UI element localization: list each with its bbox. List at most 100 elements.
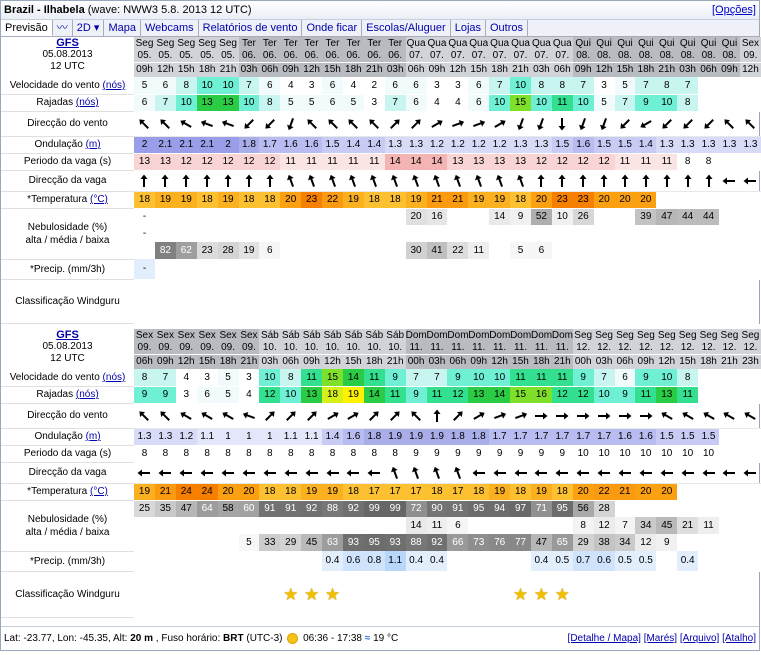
gusts-cell: 5	[217, 386, 239, 404]
wave-period-cell: 11	[322, 153, 343, 171]
tab-wind-reports[interactable]: Relatórios de vento	[199, 20, 303, 36]
detail-map-link[interactable]: [Detalhe / Mapa]	[568, 633, 641, 644]
cloud-mid-cell	[468, 225, 490, 242]
precipitation-cell	[510, 551, 531, 572]
cloud-mid-cell	[405, 225, 427, 242]
star-icon: ★	[324, 584, 341, 604]
wave-period-cell: 8	[322, 445, 343, 463]
wave-period-cell: 14	[426, 153, 448, 171]
cloud-high-cell	[280, 208, 302, 225]
tab-webcams[interactable]: Webcams	[141, 20, 199, 36]
cloud-mid-cell: 7	[614, 517, 636, 534]
wind-arrow-icon	[307, 118, 317, 129]
tides-link[interactable]: [Marés]	[644, 633, 677, 644]
wind-unit-link[interactable]: (nós)	[103, 80, 126, 91]
cloud-high-cell: 16	[426, 208, 448, 225]
wave-height-cell: 1.2	[175, 428, 197, 446]
timezone-code: BRT	[223, 633, 244, 645]
gust-unit-link[interactable]: (nós)	[76, 389, 99, 400]
rating-cell	[489, 571, 510, 617]
wind-speed-cell: 6	[259, 77, 281, 95]
hour-cell: 12h	[154, 62, 176, 77]
date-cell: 10.	[280, 342, 302, 355]
precipitation-cell	[217, 259, 239, 280]
wave-height-row: Ondulação (m) 2 2.1 2.1 2.1 2 1.8 1.7 1.6 1.6 1.5 1…	[1, 136, 761, 154]
day-cell: Sex	[175, 329, 197, 342]
wave-arrow-icon	[391, 466, 399, 479]
date-cell: 07.	[405, 50, 427, 63]
day-cell: Qui	[656, 37, 678, 50]
model-link[interactable]: GFS	[1, 37, 134, 49]
shortcut-link[interactable]: [Atalho]	[722, 633, 756, 644]
cloud-high-cell: 91	[280, 500, 302, 517]
tab-2d[interactable]: 2D ▾	[73, 20, 105, 36]
tab-map[interactable]: Mapa	[104, 20, 141, 36]
wave-period-cell: 8	[698, 153, 719, 171]
cloud-mid-cell	[134, 517, 155, 534]
wind-arrow-icon	[369, 410, 379, 421]
wave-direction-cell	[447, 462, 469, 484]
wave-period-cell: 10	[572, 445, 594, 463]
wave-arrow-icon	[370, 174, 378, 187]
rating-cell	[343, 279, 364, 323]
tab-schools-rental[interactable]: Escolas/Aluguer	[362, 20, 451, 36]
wind-unit-link[interactable]: (nós)	[103, 372, 126, 383]
wave-direction-cell	[510, 462, 531, 484]
gusts-cell	[718, 94, 740, 112]
cloud-high-cell	[259, 208, 281, 225]
wave-arrow-icon	[453, 466, 461, 479]
precipitation-cell	[447, 551, 469, 572]
gusts-cell: 11	[551, 94, 573, 112]
wind-direction-row: Direcção do vento	[1, 403, 761, 429]
star-icon: ★	[533, 584, 550, 604]
cloud-mid-cell	[301, 225, 323, 242]
wave-height-cell: 1.3	[510, 136, 531, 154]
wind-direction-cell	[384, 403, 406, 429]
gust-unit-link[interactable]: (nós)	[76, 97, 99, 108]
cloud-mid-cell	[363, 225, 385, 242]
wind-speed-cell: 10	[217, 77, 239, 95]
wave-direction-cell	[447, 170, 469, 192]
wind-speed-cell: 3	[426, 77, 448, 95]
precipitation-cell: -	[134, 259, 155, 280]
wave-unit-link[interactable]: (m)	[86, 431, 101, 442]
archive-link[interactable]: [Arquivo]	[680, 633, 719, 644]
tab-graph[interactable]: 〰	[53, 20, 73, 36]
hour-cell: 21h	[551, 354, 573, 369]
temp-unit-link[interactable]: (°C)	[90, 486, 108, 497]
tab-shops[interactable]: Lojas	[451, 20, 486, 36]
wind-speed-cell: 8	[530, 77, 552, 95]
temperature-cell: 19	[489, 483, 511, 501]
rating-cell	[197, 279, 218, 323]
wave-arrow-icon	[514, 469, 527, 476]
gusts-cell: 10	[175, 94, 197, 112]
altitude: 20 m	[130, 633, 153, 645]
wave-period-cell: 13	[510, 153, 531, 171]
wind-speed-cell: 4	[342, 77, 364, 95]
wind-direction-cell	[134, 111, 155, 137]
temperature-cell: 18	[510, 191, 531, 209]
cloud-high-cell: 35	[154, 500, 176, 517]
wave-height-cell: 1.6	[614, 428, 636, 446]
cloud-high-cell	[718, 500, 740, 517]
wave-height-cell: 1.5	[698, 428, 719, 446]
cloud-mid-cell	[175, 225, 197, 242]
cloud-mid-cell	[196, 517, 218, 534]
wave-height-cell: 1.3	[718, 136, 740, 154]
tab-others[interactable]: Outros	[486, 20, 529, 36]
sunrise-sunset: 06:36 - 17:38	[303, 633, 362, 645]
wind-direction-cell	[572, 403, 594, 429]
wave-period-cell: 12	[551, 153, 573, 171]
wave-period-cell: 11	[656, 153, 678, 171]
day-cell: Ter	[384, 37, 406, 50]
wind-direction-cell	[426, 403, 448, 429]
model-link[interactable]: GFS	[1, 329, 134, 341]
wind-direction-cell	[572, 111, 594, 137]
tab-where-to-stay[interactable]: Onde ficar	[302, 20, 363, 36]
wave-unit-link[interactable]: (m)	[86, 139, 101, 150]
options-link[interactable]: [Opções]	[712, 4, 756, 16]
cloud-low-cell: 28	[217, 242, 239, 259]
tab-forecast[interactable]: Previsão	[1, 20, 53, 36]
temp-unit-link[interactable]: (°C)	[90, 194, 108, 205]
day-cell: Qua	[447, 37, 469, 50]
